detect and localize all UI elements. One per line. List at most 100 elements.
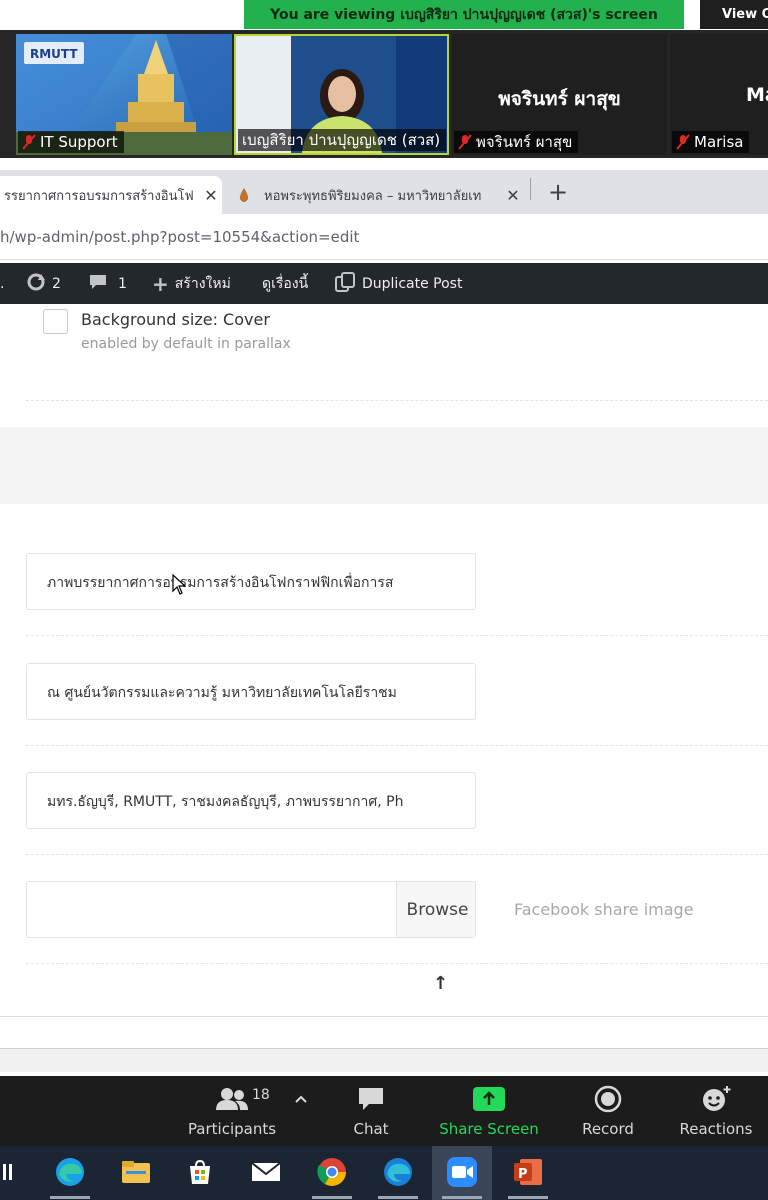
viewing-screen-banner: You are viewing เบญสิริยา ปานปุญญเดช (สว… (244, 0, 684, 29)
mic-muted-icon (458, 134, 472, 150)
admin-bar-ellipsis[interactable]: . (0, 263, 4, 304)
plus-icon: + (152, 271, 169, 296)
record-label: Record (582, 1120, 634, 1138)
seo-description-input[interactable]: ณ ศูนย์นวัตกรรมและความรู้ มหาวิทยาลัยเทค… (26, 663, 476, 720)
share-screen-button[interactable]: Share Screen (436, 1076, 542, 1146)
zoom-meeting-toolbar: Participants 18 Chat Share Screen Record (0, 1076, 768, 1146)
svg-text:P: P (518, 1167, 528, 1182)
svg-text:RMUTT: RMUTT (30, 47, 78, 61)
running-indicator (312, 1196, 352, 1199)
zoom-top-bar: You are viewing เบญสิริยา ปานปุญญเดช (สว… (0, 0, 768, 30)
divider (26, 963, 768, 964)
chrome-icon[interactable] (312, 1152, 352, 1192)
task-view-icon[interactable] (0, 1152, 30, 1192)
close-tab-icon[interactable]: ✕ (200, 186, 222, 205)
nametag: เบญสิริยา ปานปุญญเดช (สวส) (238, 129, 447, 151)
duplicate-label: Duplicate Post (362, 275, 463, 292)
participants-menu-button[interactable] (288, 1076, 314, 1146)
store-icon[interactable] (180, 1152, 220, 1192)
windows-taskbar: P (0, 1146, 768, 1200)
participant-big-name: พจรินทร์ ผาสุข (498, 88, 621, 110)
view-post-item[interactable]: ดูเรื่องนี้ (262, 263, 308, 304)
participant-name: เบญสิริยา ปานปุญญเดช (สวส) (242, 131, 441, 149)
reactions-icon (674, 1084, 758, 1114)
record-button[interactable]: Record (572, 1076, 644, 1146)
bg-size-label: Background size: Cover (81, 310, 270, 329)
mail-icon[interactable] (246, 1152, 286, 1192)
divider (26, 400, 768, 401)
browser-tab-bar: รรยากาศการอบรมการสร้างอินโฟ ✕ หอพระพุทธพ… (0, 170, 768, 214)
arrow-up-icon[interactable]: ↑ (433, 973, 448, 994)
duplicate-icon (334, 271, 356, 297)
divider (26, 745, 768, 746)
favicon-icon (236, 187, 252, 203)
running-indicator (50, 1196, 90, 1199)
fb-image-label: Facebook share image (514, 900, 694, 919)
seo-title-input[interactable]: ภาพบรรยากาศการอบรมการสร้างอินโฟกราฟฟิกเพ… (26, 553, 476, 610)
post-edit-content: Background size: Cover enabled by defaul… (0, 304, 768, 1048)
tab-title: หอพระพุทธพิริยมงคล – มหาวิทยาลัยเท (264, 188, 482, 204)
updates-item[interactable]: 2 (26, 263, 61, 304)
url-text[interactable]: h/wp-admin/post.php?post=10554&action=ed… (0, 228, 359, 246)
new-tab-icon[interactable]: + (544, 178, 572, 206)
address-bar[interactable]: h/wp-admin/post.php?post=10554&action=ed… (0, 214, 768, 260)
chat-icon (336, 1084, 406, 1114)
reactions-label: Reactions (679, 1120, 753, 1138)
comments-item[interactable]: 1 (88, 263, 127, 304)
chat-label: Chat (353, 1120, 389, 1138)
running-indicator (508, 1196, 548, 1199)
new-label: สร้างใหม่ (174, 275, 231, 292)
comments-count: 1 (118, 275, 127, 292)
tab-title: รรยากาศการอบรมการสร้างอินโฟ (4, 188, 194, 204)
share-screen-label: Share Screen (439, 1120, 539, 1138)
participant-name: Marisa (694, 133, 744, 151)
mouse-cursor-icon (172, 573, 187, 596)
running-indicator (378, 1196, 418, 1199)
new-content-item[interactable]: + สร้างใหม่ (152, 263, 231, 304)
participants-label: Participants (187, 1120, 277, 1138)
updates-count: 2 (52, 275, 61, 292)
edge-browser-icon[interactable] (50, 1152, 90, 1192)
tab-active[interactable]: รรยากาศการอบรมการสร้างอินโฟ ✕ (0, 176, 222, 214)
chevron-up-icon (288, 1084, 314, 1114)
share-screen-icon (436, 1084, 542, 1114)
mic-muted-icon (22, 134, 36, 150)
page-footer-strip (0, 1048, 768, 1072)
mic-muted-icon (676, 134, 690, 150)
video-tile-active-speaker[interactable]: เบญสิริยา ปานปุญญเดช (สวส) (234, 34, 449, 155)
bg-size-checkbox[interactable] (43, 309, 68, 334)
wp-admin-bar: . 2 1 + สร้างใหม่ ดูเรื่องนี้ Duplicate … (0, 263, 768, 304)
close-tab-icon[interactable]: ✕ (502, 186, 524, 205)
seo-description-value: ณ ศูนย์นวัตกรรมและความรู้ มหาวิทยาลัยเทค… (47, 685, 397, 701)
view-options-button[interactable]: View O (700, 0, 768, 29)
divider (0, 1016, 768, 1017)
nametag: IT Support (18, 131, 124, 153)
section-band (0, 427, 768, 504)
seo-keywords-input[interactable]: มทร.ธัญบุรี, RMUTT, ราชมงคลธัญบุรี, ภาพบ… (26, 772, 476, 829)
tab-inactive[interactable]: หอพระพุทธพิริยมงคล – มหาวิทยาลัยเท ✕ (226, 176, 524, 214)
zoom-app-icon[interactable] (442, 1152, 482, 1192)
video-tile-participant-4[interactable]: Ma Marisa (670, 34, 768, 155)
view-label: ดูเรื่องนี้ (262, 275, 309, 292)
updates-icon (26, 272, 46, 296)
video-tile-it-support[interactable]: RMUTT IT Support (16, 34, 232, 155)
spacer (0, 158, 768, 170)
divider (26, 635, 768, 636)
fb-image-input[interactable]: Browse (26, 881, 476, 938)
video-tile-participant-3[interactable]: พจรินทร์ ผาสุข พจรินทร์ ผาสุข (452, 34, 667, 155)
bg-size-description: enabled by default in parallax (81, 336, 291, 352)
powerpoint-icon[interactable]: P (508, 1152, 548, 1192)
reactions-button[interactable]: Reactions (674, 1076, 758, 1146)
tab-separator (530, 178, 531, 200)
file-explorer-icon[interactable] (116, 1152, 156, 1192)
participant-name: พจรินทร์ ผาสุข (476, 133, 573, 151)
seo-keywords-value: มทร.ธัญบุรี, RMUTT, ราชมงคลธัญบุรี, ภาพบ… (47, 794, 404, 810)
comment-icon (88, 272, 108, 296)
chat-button[interactable]: Chat (336, 1076, 406, 1146)
duplicate-post-item[interactable]: Duplicate Post (334, 263, 462, 304)
participants-count: 18 (252, 1087, 270, 1103)
edge-icon-2[interactable] (378, 1152, 418, 1192)
browse-button[interactable]: Browse (396, 882, 475, 937)
participant-strip: RMUTT IT Support เบญสิริยา ปานปุญญเดช (ส… (0, 30, 768, 158)
nametag: Marisa (672, 131, 750, 153)
